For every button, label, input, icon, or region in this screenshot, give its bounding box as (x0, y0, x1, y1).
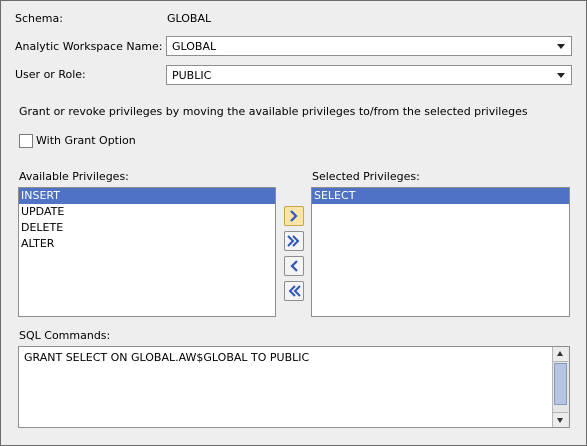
scroll-thumb[interactable] (554, 363, 567, 405)
selected-privileges-label: Selected Privileges: (312, 170, 420, 183)
double-chevron-left-icon (288, 285, 301, 297)
workspace-label-text: Analytic Workspace Name: (15, 40, 163, 53)
chevron-down-icon (557, 73, 565, 78)
grant-option-checkbox[interactable] (19, 134, 33, 148)
workspace-label: Analytic Workspace Name: (15, 40, 163, 53)
arrow-down-icon (557, 418, 563, 423)
add-all-button[interactable] (284, 231, 304, 251)
list-item[interactable]: INSERT (19, 188, 275, 204)
user-role-label: User or Role: (15, 68, 86, 81)
sql-commands-textarea[interactable]: GRANT SELECT ON GLOBAL.AW$GLOBAL TO PUBL… (18, 346, 570, 428)
workspace-dropdown[interactable]: GLOBAL (166, 36, 572, 56)
instruction-text: Grant or revoke privileges by moving the… (19, 105, 528, 118)
double-chevron-right-icon (287, 235, 300, 247)
chevron-down-icon (557, 44, 565, 49)
remove-all-button[interactable] (284, 281, 304, 301)
available-privileges-label: Available Privileges: (19, 170, 129, 183)
workspace-dropdown-value: GLOBAL (172, 40, 217, 53)
chevron-left-icon (290, 260, 298, 272)
sql-commands-label: SQL Commands: (19, 329, 111, 342)
schema-label: Schema: (15, 12, 63, 25)
sql-scrollbar[interactable] (552, 347, 569, 427)
list-item[interactable]: SELECT (312, 188, 569, 204)
user-role-dropdown[interactable]: PUBLIC (166, 65, 572, 85)
scroll-down-button[interactable] (553, 412, 568, 427)
scroll-up-button[interactable] (553, 347, 568, 362)
sql-commands-text: GRANT SELECT ON GLOBAL.AW$GLOBAL TO PUBL… (24, 351, 310, 364)
list-item[interactable]: DELETE (19, 220, 275, 236)
chevron-right-icon (290, 210, 298, 222)
remove-button[interactable] (284, 256, 304, 276)
list-item[interactable]: UPDATE (19, 204, 275, 220)
add-button[interactable] (284, 206, 304, 226)
available-privileges-list[interactable]: INSERT UPDATE DELETE ALTER (18, 187, 276, 317)
user-role-dropdown-value: PUBLIC (172, 69, 212, 82)
schema-value: GLOBAL (167, 12, 212, 25)
selected-privileges-list[interactable]: SELECT (311, 187, 570, 317)
list-item[interactable]: ALTER (19, 236, 275, 252)
arrow-up-icon (557, 351, 563, 356)
grant-option-label[interactable]: With Grant Option (36, 134, 136, 147)
